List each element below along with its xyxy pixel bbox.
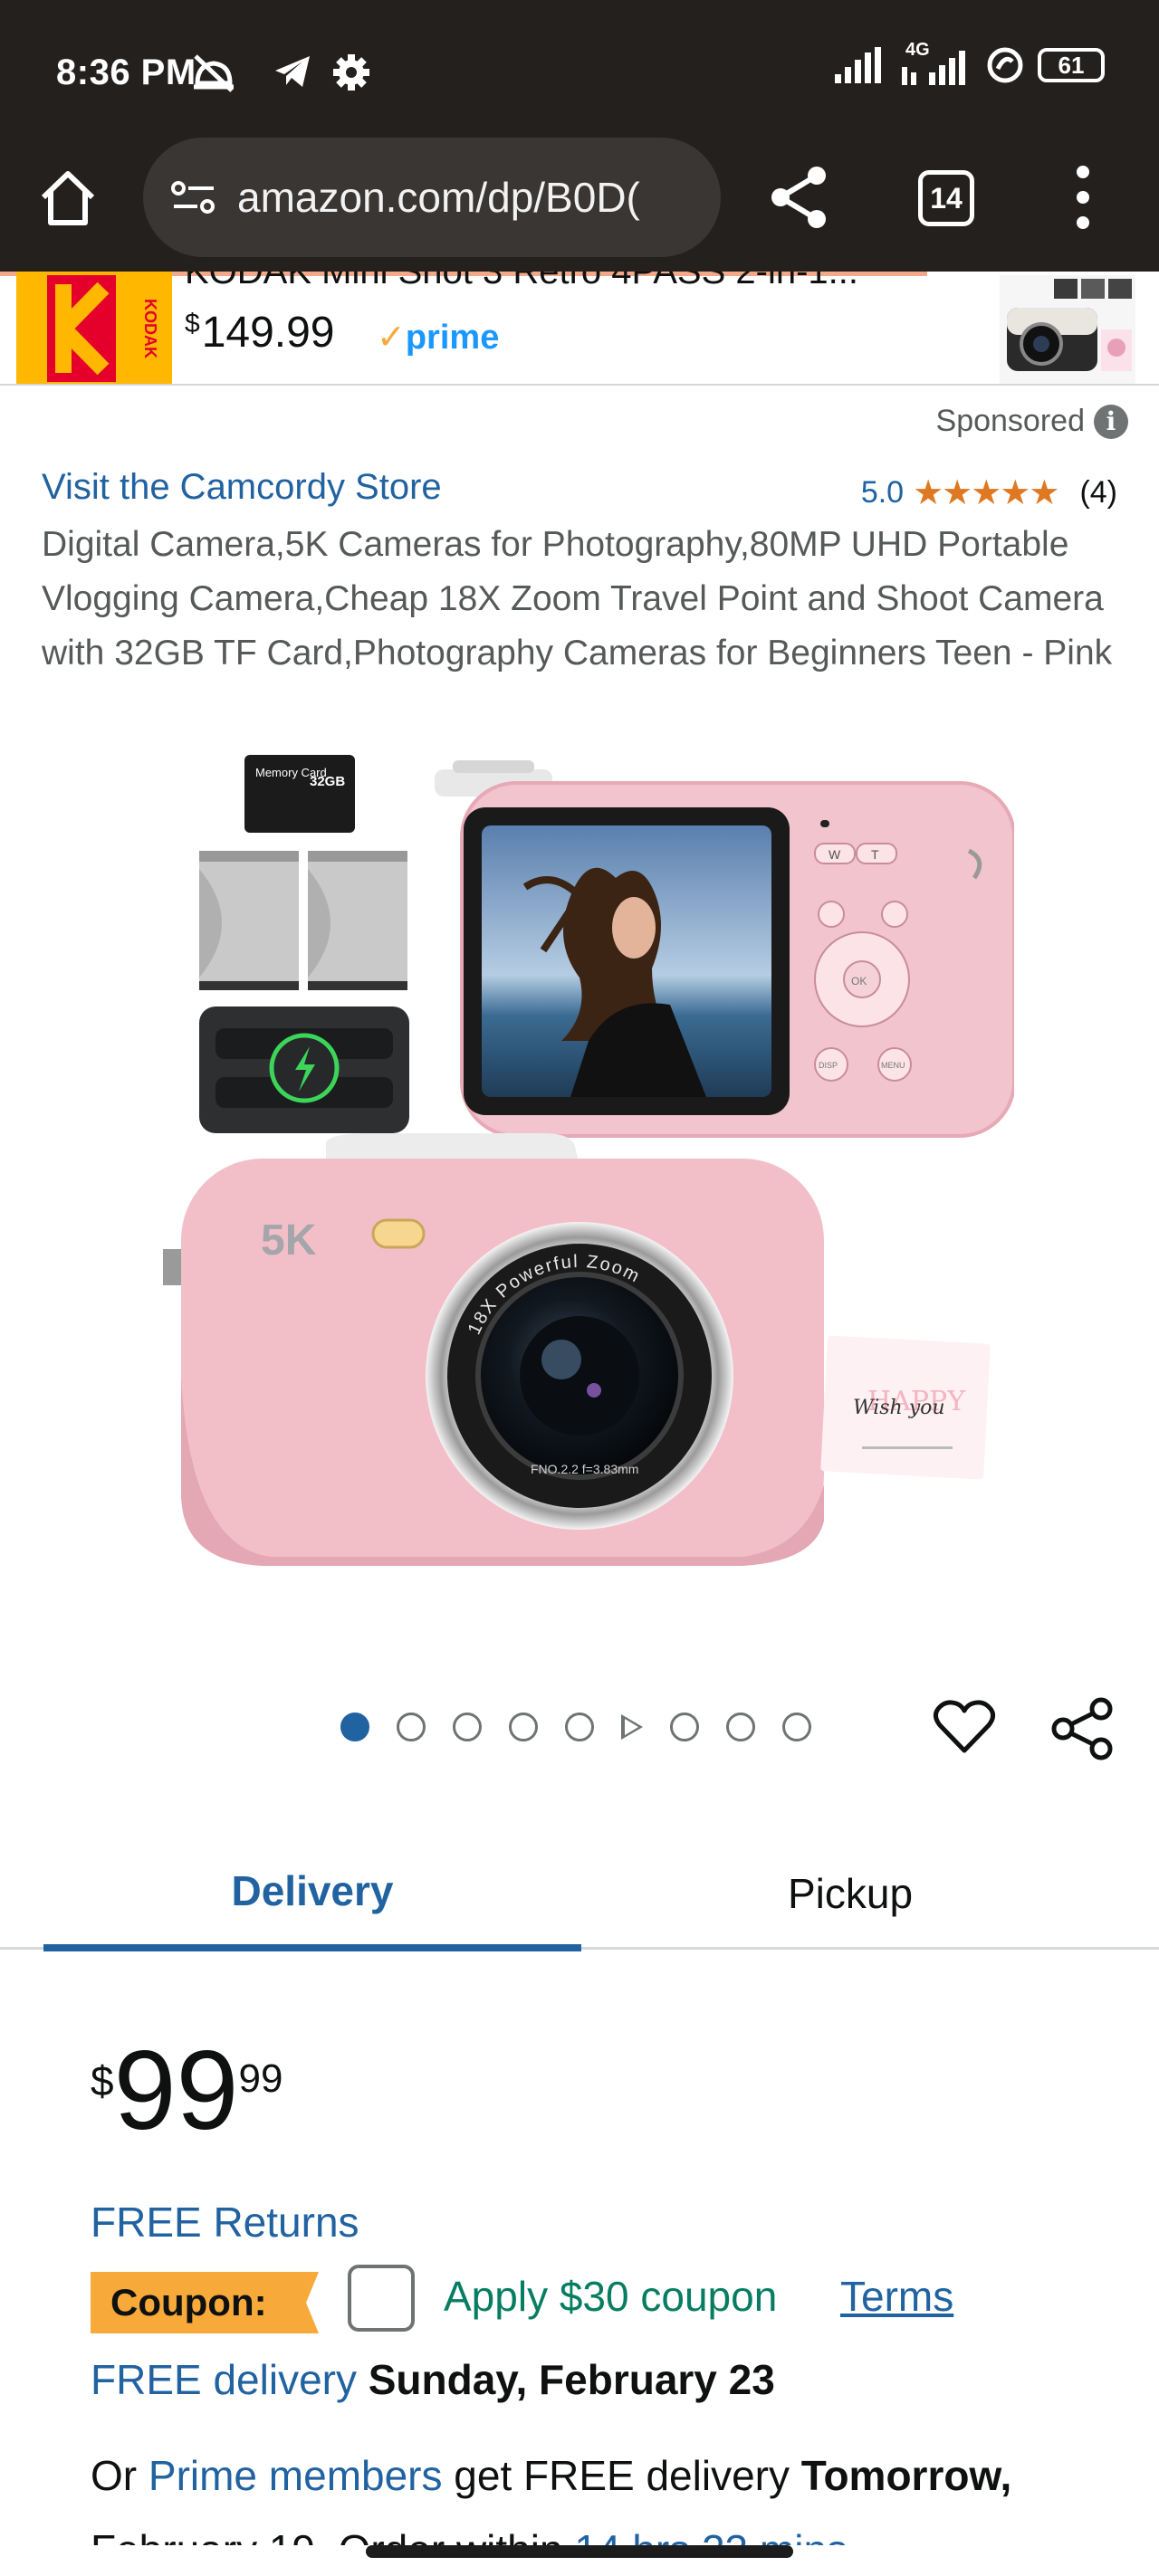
card-script-text: Wish you	[853, 1397, 945, 1419]
delivery-date: Sunday, February 23	[368, 2356, 775, 2403]
kodak-logo: KODAK	[16, 272, 172, 384]
disp-label: DISP	[819, 1061, 838, 1070]
gesture-home-indicator[interactable]	[366, 2545, 793, 2558]
free-delivery-link[interactable]: FREE delivery	[91, 2356, 357, 2403]
video-play-icon[interactable]	[621, 1714, 643, 1740]
battery-icon: 61	[1038, 48, 1105, 82]
store-link[interactable]: Visit the Camcordy Store	[42, 467, 442, 508]
carousel-dot[interactable]	[782, 1713, 811, 1741]
ad-price-value: 149.99	[201, 309, 335, 357]
carousel-dot[interactable]	[565, 1713, 594, 1741]
tab-pickup[interactable]: Pickup	[581, 1837, 1119, 1950]
batteries	[199, 851, 407, 990]
battery-charger	[199, 1007, 409, 1133]
ad-product-thumbnail	[1000, 275, 1135, 384]
zoom-w-label: W	[829, 847, 841, 862]
status-time: 8:36 PM	[56, 52, 196, 92]
signal-4g-icon: 4G	[896, 40, 972, 85]
ad-price-currency: $	[185, 309, 200, 339]
url-text: amazon.com/dp/B0D(	[237, 174, 640, 221]
prime-label: prime	[405, 319, 500, 357]
price-currency: $	[91, 2057, 114, 2104]
camera-front-view: 5K 18X Powerful Zoom FNO.2.2 f=3.83mm	[163, 1133, 824, 1566]
carousel-dot[interactable]	[453, 1713, 482, 1741]
review-count: (4)	[1079, 475, 1117, 510]
share-icon[interactable]	[768, 163, 831, 232]
camera-back-view: W T OK DISP MENU	[435, 760, 1014, 1138]
lens-spec-text: FNO.2.2 f=3.83mm	[531, 1462, 638, 1476]
signal-icon	[835, 47, 881, 83]
prime-when: Tomorrow,	[800, 2452, 1012, 2499]
sponsored-ad-banner[interactable]: KODAK KODAK Mini Shot 3 Retro 4PASS 2-in…	[0, 272, 1159, 386]
carousel-dots	[340, 1713, 811, 1741]
sponsored-label[interactable]: Sponsored i	[936, 404, 1128, 439]
menu-label: MENU	[881, 1061, 905, 1070]
browser-toolbar: amazon.com/dp/B0D( 14	[0, 127, 1159, 272]
site-settings-icon[interactable]	[170, 179, 217, 215]
fulfillment-tabs: Delivery Pickup	[0, 1837, 1159, 1951]
carousel-dot[interactable]	[340, 1713, 369, 1741]
star-rating-icon: ★★★★★	[913, 474, 1059, 512]
product-image[interactable]: Memory Card 32GB W T OK DISP MENU 5K 18X…	[163, 742, 1014, 1593]
share-icon[interactable]	[1050, 1696, 1116, 1761]
kodak-wordmark: KODAK	[141, 299, 159, 358]
price-fraction: 99	[238, 2056, 283, 2101]
prime-members-link[interactable]: Prime members	[148, 2452, 443, 2499]
product-title: Digital Camera,5K Cameras for Photograph…	[42, 525, 1113, 673]
settings-gear-icon	[333, 54, 369, 91]
zoom-t-label: T	[871, 847, 879, 862]
free-delivery-line: FREE delivery Sunday, February 23	[91, 2355, 775, 2404]
tab-switcher-button[interactable]: 14	[918, 170, 974, 226]
coupon-checkbox[interactable]	[348, 2265, 415, 2332]
status-right: 4G 61	[833, 40, 1105, 85]
tab-delivery[interactable]: Delivery	[43, 1837, 581, 1951]
rating-summary[interactable]: 5.0 ★★★★★ (4)	[861, 472, 1117, 513]
alarm-off-icon	[194, 54, 234, 92]
ad-title: KODAK Mini Shot 3 Retro 4PASS 2-in-1...	[185, 272, 859, 291]
greeting-card: HAPPY Wish you	[820, 1335, 991, 1480]
prime-lead: Or	[91, 2452, 138, 2499]
screen: 8:36 PM 4G 61 amazon.com/dp/B0D(14 KODA…	[0, 0, 1159, 2576]
carousel-dot[interactable]	[726, 1713, 755, 1741]
status-bar: 8:36 PM 4G 61	[0, 0, 1159, 145]
address-bar[interactable]: amazon.com/dp/B0D(	[143, 138, 721, 257]
5k-badge: 5K	[261, 1216, 317, 1264]
coupon-badge: Coupon:	[91, 2272, 319, 2333]
prime-delivery-line: Or Prime members get FREE delivery Tomor…	[91, 2451, 1011, 2500]
ad-prime-badge: ✓prime	[377, 319, 500, 357]
home-icon[interactable]	[36, 167, 100, 230]
memory-card-size: 32GB	[310, 774, 345, 789]
free-returns-link[interactable]: FREE Returns	[91, 2198, 359, 2247]
price-whole: 99	[113, 2028, 239, 2153]
ad-price: $149.99	[185, 308, 335, 358]
telegram-icon	[275, 56, 310, 87]
rating-value: 5.0	[860, 475, 905, 510]
coupon-row: Coupon: Apply $30 coupon Terms	[91, 2265, 1141, 2335]
info-icon[interactable]: i	[1094, 404, 1128, 439]
more-menu-icon[interactable]	[1072, 163, 1094, 232]
cutoff-lead: February 19. Order within	[91, 2526, 563, 2545]
prime-mid: get FREE delivery	[454, 2452, 790, 2499]
memory-card: Memory Card 32GB	[244, 755, 355, 833]
sponsored-text: Sponsored	[935, 404, 1085, 438]
coupon-apply-text[interactable]: Apply $30 coupon	[444, 2272, 777, 2321]
battery-level: 61	[1058, 51, 1085, 79]
product-price: $ 99 99	[91, 2028, 283, 2153]
heart-icon[interactable]	[933, 1698, 996, 1756]
ok-label: OK	[851, 975, 867, 987]
order-cutoff-line: February 19. Order within 14 hrs 23 mins	[91, 2525, 848, 2545]
coupon-terms-link[interactable]: Terms	[840, 2272, 953, 2321]
cutoff-countdown: 14 hrs 23 mins	[574, 2526, 848, 2545]
carousel-dot[interactable]	[670, 1713, 699, 1741]
hotspot-icon	[987, 47, 1023, 83]
carousel-dot[interactable]	[397, 1713, 426, 1741]
carousel-dot[interactable]	[509, 1713, 538, 1741]
coupon-label: Coupon:	[110, 2281, 267, 2323]
